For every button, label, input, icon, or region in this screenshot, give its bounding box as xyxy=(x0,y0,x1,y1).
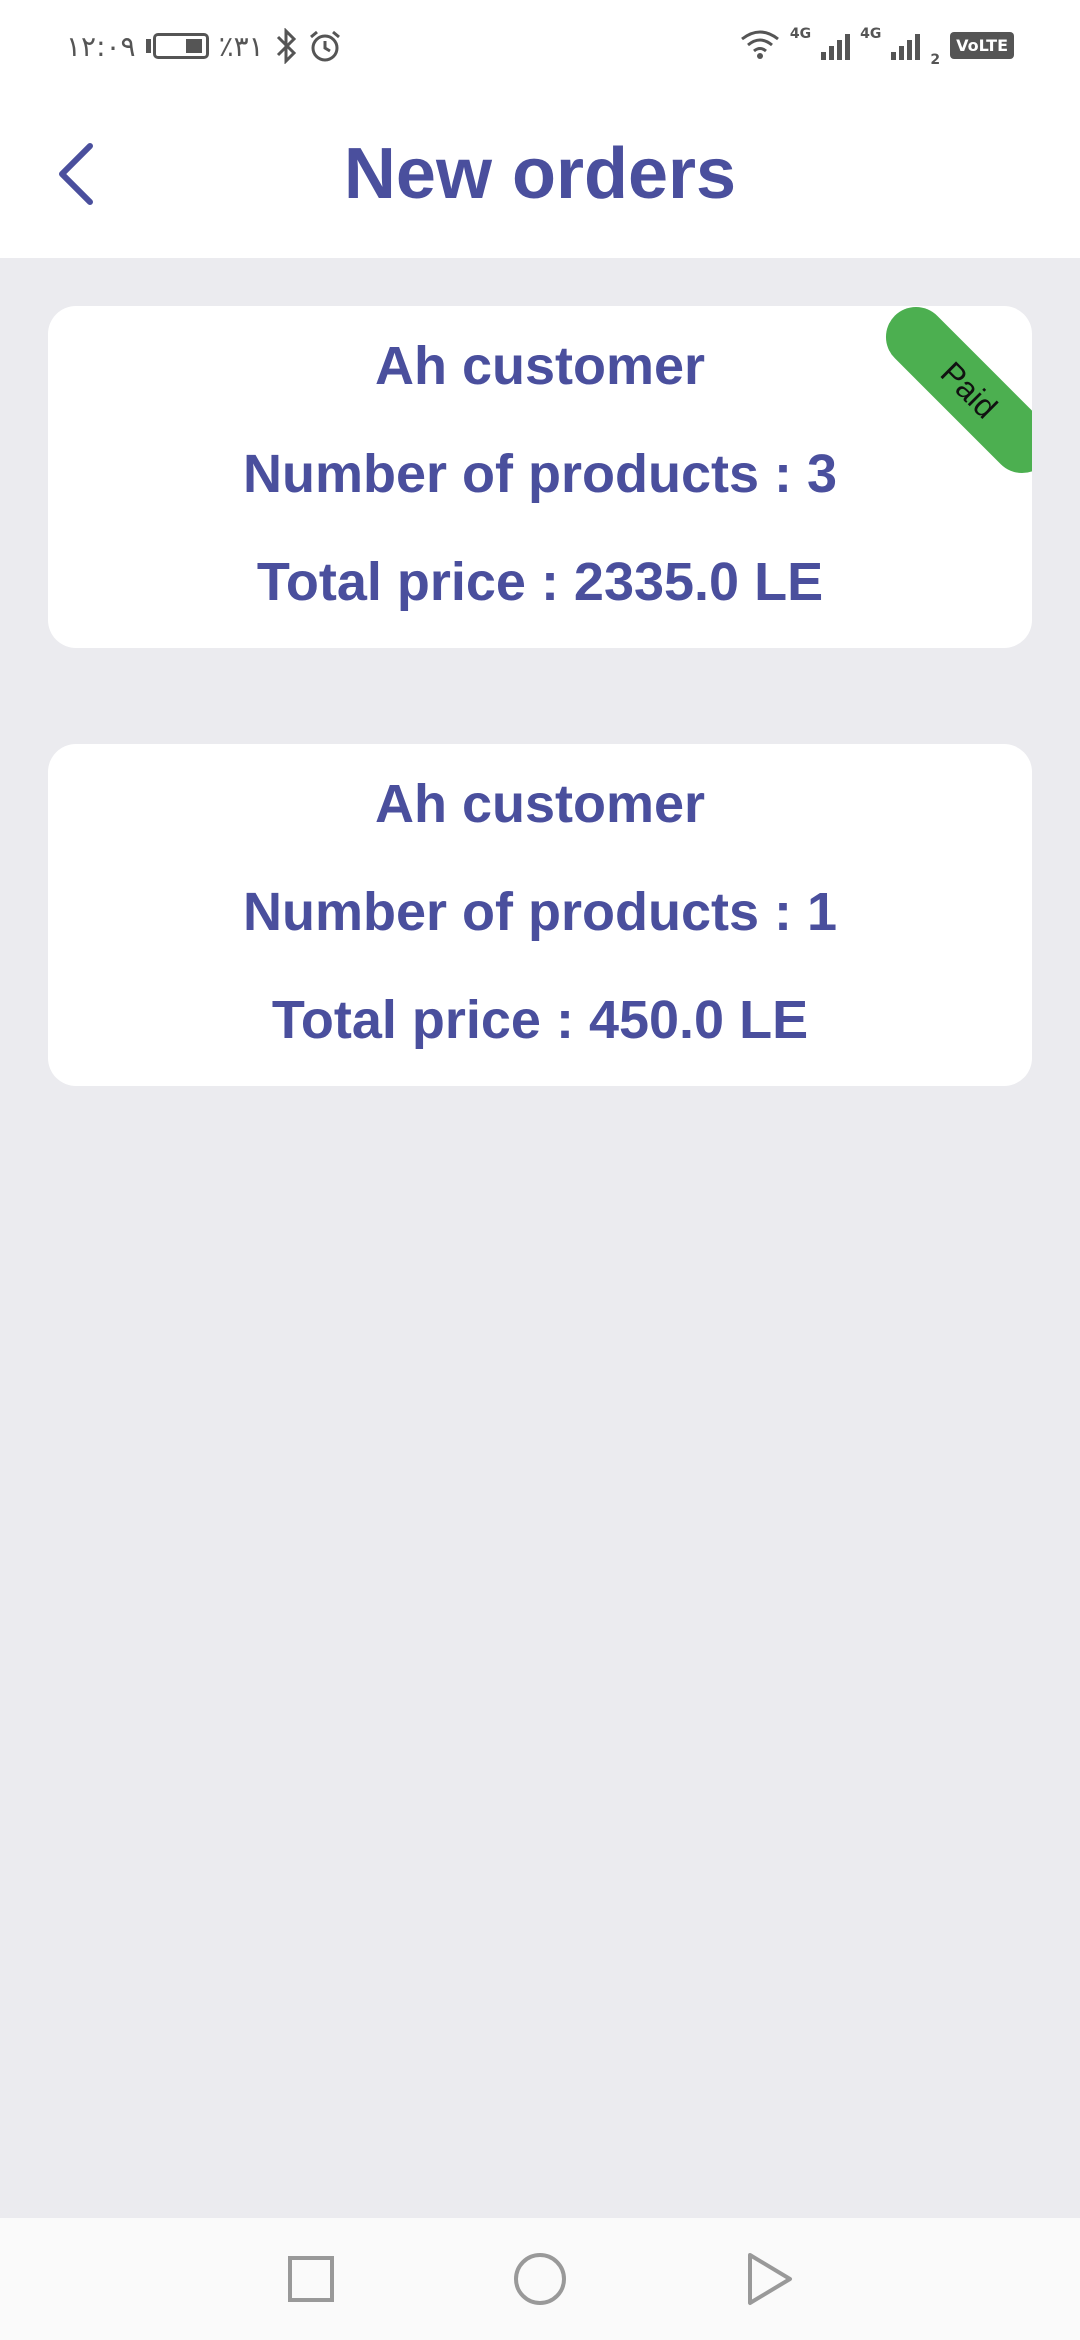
home-button[interactable] xyxy=(507,2246,573,2312)
wifi-icon xyxy=(740,30,779,59)
signal-icon-1 xyxy=(821,30,851,60)
customer-name: Ah customer xyxy=(374,774,706,834)
status-time: ۱۲:۰۹ xyxy=(66,29,136,63)
back-nav-button[interactable] xyxy=(736,2246,802,2312)
signal-icon-2 xyxy=(891,30,921,60)
status-left: ۱۲:۰۹ ٪۳۱ xyxy=(66,24,342,68)
battery-percent: ٪۳۱ xyxy=(218,29,264,63)
order-card[interactable]: Ah customer Number of products : 3 Total… xyxy=(48,306,1032,648)
battery-tip xyxy=(145,39,151,53)
order-card[interactable]: Ah customer Number of products : 1 Total… xyxy=(48,744,1032,1086)
total-price: Total price : 2335.0 LE xyxy=(256,552,824,612)
recent-apps-button[interactable] xyxy=(278,2246,344,2312)
network-type-1: 4G xyxy=(789,26,812,42)
battery-icon xyxy=(152,33,209,59)
circle-icon xyxy=(514,2253,566,2305)
status-bar: ۱۲:۰۹ ٪۳۱ 4G 4G 2 VoLTE xyxy=(0,0,1080,90)
triangle-icon xyxy=(748,2253,792,2305)
bluetooth-icon xyxy=(276,28,296,64)
alarm-icon xyxy=(309,30,340,62)
total-price: Total price : 450.0 LE xyxy=(271,990,809,1050)
system-nav-bar xyxy=(0,2218,1080,2340)
volte-badge: VoLTE xyxy=(950,31,1014,59)
network-type-2: 4G xyxy=(860,26,882,42)
customer-name: Ah customer xyxy=(374,336,706,396)
products-count: Number of products : 3 xyxy=(242,444,838,504)
status-right: 4G 4G 2 VoLTE xyxy=(740,22,1014,68)
page-title: New orders xyxy=(343,134,737,214)
app-bar: New orders xyxy=(0,90,1080,258)
sim-2-label: 2 xyxy=(930,52,941,68)
products-count: Number of products : 1 xyxy=(242,882,838,942)
square-icon xyxy=(288,2256,334,2302)
